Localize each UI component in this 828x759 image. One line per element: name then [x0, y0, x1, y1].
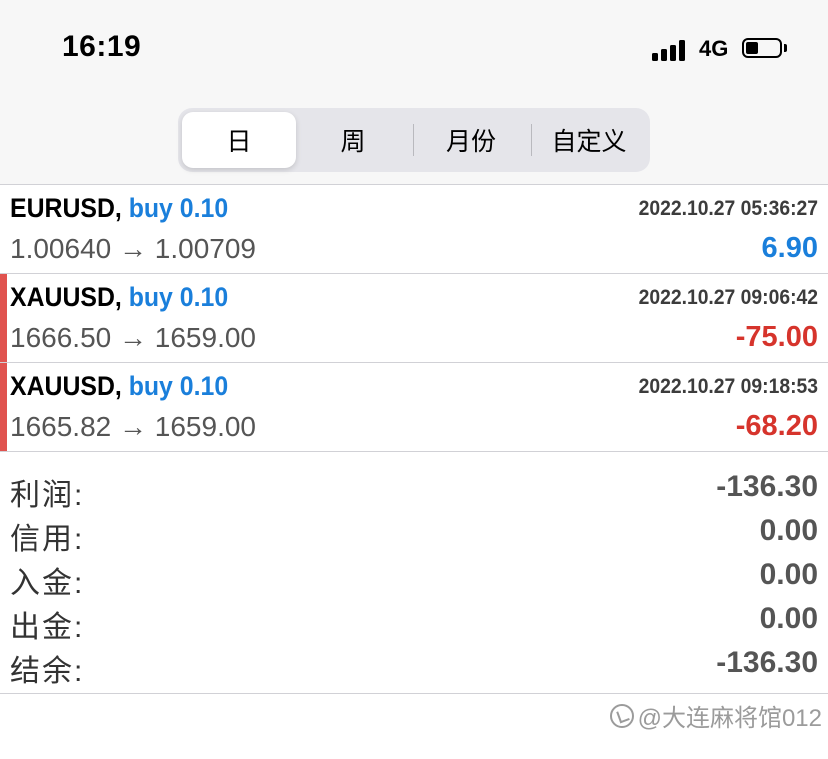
- tab-week[interactable]: 周: [296, 112, 410, 168]
- summary-deposit-value: 0.00: [759, 558, 818, 591]
- trade-timestamp: 2022.10.27 09:06:42: [638, 286, 818, 309]
- trade-volume: 0.10: [179, 282, 229, 312]
- battery-icon: [742, 38, 787, 60]
- trade-timestamp: 2022.10.27 05:36:27: [638, 197, 818, 220]
- tab-day[interactable]: 日: [182, 112, 296, 168]
- trade-side: buy: [128, 371, 173, 401]
- summary-deposit-row: 入金: 0.00: [0, 558, 828, 602]
- trade-prices: 1665.82 → 1659.00: [10, 411, 256, 442]
- trade-prices: 1.00640 → 1.00709: [10, 233, 256, 264]
- status-time: 16:19: [62, 30, 142, 63]
- summary-credit-value: 0.00: [759, 514, 818, 547]
- summary-withdrawal-row: 出金: 0.00: [0, 602, 828, 646]
- trade-row[interactable]: XAUUSD, buy 0.10 2022.10.27 09:18:53 166…: [0, 363, 828, 452]
- watermark: @大连麻将馆012: [609, 698, 822, 733]
- summary-withdrawal-label: 出金:: [10, 611, 85, 644]
- summary-profit-row: 利润: -136.30: [0, 470, 828, 514]
- summary-withdrawal-value: 0.00: [759, 602, 818, 635]
- network-type: 4G: [699, 36, 729, 61]
- summary-balance-label: 结余:: [10, 655, 85, 688]
- trade-symbol-line: EURUSD, buy 0.10: [10, 193, 229, 223]
- divider: [0, 693, 828, 694]
- tab-custom[interactable]: 自定义: [532, 112, 646, 168]
- signal-strength-icon: [652, 39, 692, 61]
- trade-row[interactable]: EURUSD, buy 0.10 2022.10.27 05:36:27 1.0…: [0, 185, 828, 274]
- trade-symbol-line: XAUUSD, buy 0.10: [10, 371, 229, 401]
- tab-month[interactable]: 月份: [414, 112, 528, 168]
- loss-marker: [0, 363, 7, 451]
- trade-row[interactable]: XAUUSD, buy 0.10 2022.10.27 09:06:42 166…: [0, 274, 828, 363]
- trade-profit: 6.90: [761, 232, 818, 264]
- summary-credit-row: 信用: 0.00: [0, 514, 828, 558]
- trade-side: buy: [128, 193, 173, 223]
- trade-timestamp: 2022.10.27 09:18:53: [638, 375, 818, 398]
- summary-balance-value: -136.30: [716, 646, 818, 679]
- period-segmented-control: 日 周 月份 自定义: [178, 108, 650, 172]
- trade-volume: 0.10: [179, 371, 229, 401]
- trade-profit: -68.20: [735, 410, 818, 442]
- trade-side: buy: [128, 282, 173, 312]
- trade-symbol-line: XAUUSD, buy 0.10: [10, 282, 229, 312]
- summary-credit-label: 信用:: [10, 523, 85, 556]
- summary-balance-row: 结余: -136.30: [0, 646, 828, 690]
- watermark-logo-icon: [609, 703, 634, 728]
- watermark-text: @大连麻将馆012: [637, 705, 822, 732]
- summary-deposit-label: 入金:: [10, 567, 85, 600]
- trade-volume: 0.10: [179, 193, 229, 223]
- summary-profit-label: 利润:: [10, 479, 85, 512]
- loss-marker: [0, 274, 7, 362]
- trade-profit: -75.00: [735, 321, 818, 353]
- trade-prices: 1666.50 → 1659.00: [10, 322, 256, 353]
- summary-profit-value: -136.30: [716, 470, 818, 503]
